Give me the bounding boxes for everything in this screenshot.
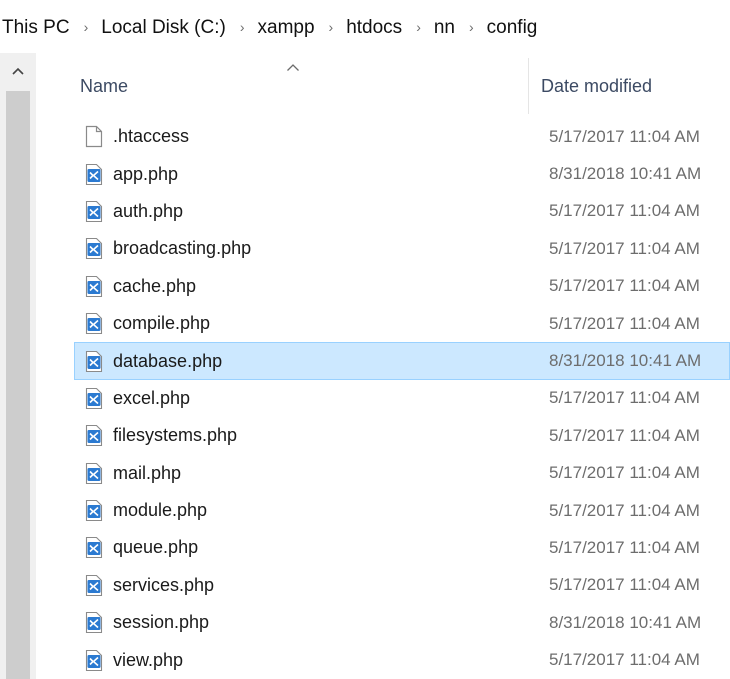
vscode-file-icon xyxy=(83,349,105,373)
file-row[interactable]: broadcasting.php 5/17/2017 11:04 AM xyxy=(74,230,730,267)
file-date-modified: 5/17/2017 11:04 AM xyxy=(549,537,700,557)
vscode-file-icon xyxy=(83,199,105,223)
file-name: services.php xyxy=(113,574,215,595)
column-header-name[interactable]: Name xyxy=(74,58,526,114)
file-name: compile.php xyxy=(113,313,211,334)
vscode-file-icon xyxy=(83,237,105,261)
file-row[interactable]: excel.php 5/17/2017 11:04 AM xyxy=(74,380,730,417)
vscode-file-icon xyxy=(83,573,105,597)
vscode-file-icon xyxy=(83,536,105,560)
file-date-modified: 5/17/2017 11:04 AM xyxy=(549,575,700,595)
file-date-modified: 8/31/2018 10:41 AM xyxy=(549,612,702,632)
file-row[interactable]: mail.php 5/17/2017 11:04 AM xyxy=(74,455,730,492)
file-row[interactable]: app.php 8/31/2018 10:41 AM xyxy=(74,155,730,192)
vscode-file-icon xyxy=(83,424,105,448)
file-row[interactable]: compile.php 5/17/2017 11:04 AM xyxy=(74,305,730,342)
vscode-file-icon xyxy=(83,648,105,672)
breadcrumb-htdocs[interactable]: htdocs xyxy=(344,17,404,39)
vscode-file-icon xyxy=(83,386,105,410)
file-name: module.php xyxy=(113,500,208,521)
vscode-file-icon xyxy=(83,162,105,186)
file-list: .htaccess 5/17/2017 11:04 AM app.php 8/31/2… xyxy=(74,118,730,679)
vscode-file-icon xyxy=(83,461,105,485)
file-date-modified: 5/17/2017 11:04 AM xyxy=(549,276,700,296)
chevron-right-icon[interactable]: › xyxy=(84,19,89,35)
file-row[interactable]: queue.php 5/17/2017 11:04 AM xyxy=(74,529,730,566)
scrollbar-thumb[interactable] xyxy=(6,91,30,679)
file-name: filesystems.php xyxy=(113,425,238,446)
file-name: auth.php xyxy=(113,200,184,221)
vscode-file-icon xyxy=(83,611,105,635)
scroll-up-caret-icon[interactable] xyxy=(0,53,36,89)
file-name: broadcasting.php xyxy=(113,238,252,259)
breadcrumb-this-pc[interactable]: This PC xyxy=(0,17,72,39)
file-name: excel.php xyxy=(113,387,191,408)
column-header-date-modified[interactable]: Date modified xyxy=(528,58,730,114)
vscode-file-icon xyxy=(83,312,105,336)
file-date-modified: 5/17/2017 11:04 AM xyxy=(549,650,700,670)
file-row[interactable]: view.php 5/17/2017 11:04 AM xyxy=(74,641,730,678)
file-row[interactable]: cache.php 5/17/2017 11:04 AM xyxy=(74,268,730,305)
file-date-modified: 5/17/2017 11:04 AM xyxy=(549,201,700,221)
file-name: session.php xyxy=(113,612,210,633)
file-row[interactable]: session.php 8/31/2018 10:41 AM xyxy=(74,604,730,641)
blank-file-icon xyxy=(83,125,105,149)
file-date-modified: 8/31/2018 10:41 AM xyxy=(549,351,702,371)
chevron-right-icon[interactable]: › xyxy=(329,19,334,35)
file-row[interactable]: auth.php 5/17/2017 11:04 AM xyxy=(74,193,730,230)
file-name: .htaccess xyxy=(113,126,190,147)
file-row[interactable]: database.php 8/31/2018 10:41 AM xyxy=(74,342,730,380)
breadcrumb-nn[interactable]: nn xyxy=(432,17,457,39)
file-date-modified: 5/17/2017 11:04 AM xyxy=(549,463,700,483)
vscode-file-icon xyxy=(83,274,105,298)
file-date-modified: 5/17/2017 11:04 AM xyxy=(549,126,700,146)
file-date-modified: 8/31/2018 10:41 AM xyxy=(549,164,702,184)
file-name: view.php xyxy=(113,649,184,670)
chevron-right-icon[interactable]: › xyxy=(469,19,474,35)
file-date-modified: 5/17/2017 11:04 AM xyxy=(549,425,700,445)
file-name: app.php xyxy=(113,163,179,184)
file-explorer-window: This PC › Local Disk (C:) › xampp › htdo… xyxy=(0,0,730,679)
file-name: queue.php xyxy=(113,537,199,558)
file-row[interactable]: filesystems.php 5/17/2017 11:04 AM xyxy=(74,417,730,454)
breadcrumb: This PC › Local Disk (C:) › xampp › htdo… xyxy=(0,8,730,48)
file-name: cache.php xyxy=(113,275,197,296)
file-row[interactable]: services.php 5/17/2017 11:04 AM xyxy=(74,567,730,604)
file-date-modified: 5/17/2017 11:04 AM xyxy=(549,388,700,408)
file-date-modified: 5/17/2017 11:04 AM xyxy=(549,313,700,333)
file-name: mail.php xyxy=(113,462,182,483)
file-row[interactable]: .htaccess 5/17/2017 11:04 AM xyxy=(74,118,730,155)
breadcrumb-xampp[interactable]: xampp xyxy=(256,17,317,39)
chevron-right-icon[interactable]: › xyxy=(240,19,245,35)
chevron-right-icon[interactable]: › xyxy=(416,19,421,35)
navigation-pane-scrollbar[interactable] xyxy=(0,53,36,679)
breadcrumb-config[interactable]: config xyxy=(485,17,540,39)
file-row[interactable]: module.php 5/17/2017 11:04 AM xyxy=(74,492,730,529)
vscode-file-icon xyxy=(83,499,105,523)
file-date-modified: 5/17/2017 11:04 AM xyxy=(549,238,700,258)
file-name: database.php xyxy=(113,350,223,371)
file-date-modified: 5/17/2017 11:04 AM xyxy=(549,500,700,520)
breadcrumb-local-disk[interactable]: Local Disk (C:) xyxy=(99,17,228,39)
